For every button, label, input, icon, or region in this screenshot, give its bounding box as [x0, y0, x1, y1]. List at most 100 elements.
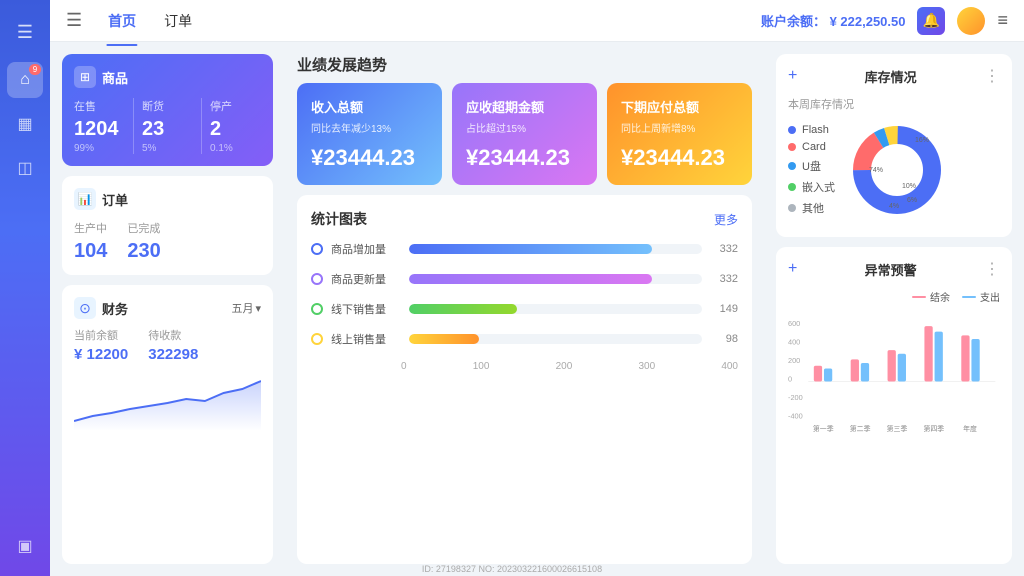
finance-header: ⊙ 财务 五月 ▾ [74, 297, 261, 319]
products-card: ⊞ 商品 在售 1204 99% 断货 23 5% [62, 54, 273, 166]
svg-text:-200: -200 [788, 393, 803, 402]
balance-value: ¥ 222,250.50 [830, 14, 906, 29]
receivable-value: ¥23444.23 [466, 145, 583, 171]
products-title: 商品 [102, 68, 128, 87]
flash-dot [788, 126, 796, 134]
bar-dot-0 [311, 243, 323, 255]
header: ☰ 首页 订单 账户余额： ¥ 222,250.50 🔔 ≡ [50, 0, 1024, 42]
products-card-header: ⊞ 商品 [74, 66, 261, 88]
discontinued-label: 停产 [210, 98, 261, 114]
header-left: ☰ 首页 订单 [66, 7, 204, 35]
legend-embedded: 嵌入式 [788, 179, 835, 195]
anomaly-card: + 异常预警 ⋮ 结余 支出 [776, 247, 1012, 564]
orders-completed: 已完成 230 [127, 220, 160, 263]
legend-card: Card [788, 141, 835, 153]
left-panel: ⊞ 商品 在售 1204 99% 断货 23 5% [50, 42, 285, 576]
stat-col-onsale: 在售 1204 99% [74, 98, 125, 154]
xaxis-2: 200 [556, 361, 573, 372]
embedded-dot [788, 183, 796, 191]
expense-legend-label: 支出 [980, 289, 1000, 304]
anomaly-dots[interactable]: ⋮ [984, 259, 1000, 279]
main-content: ☰ 首页 订单 账户余额： ¥ 222,250.50 🔔 ≡ ⊞ 商品 [50, 0, 1024, 576]
hamburger-icon[interactable]: ☰ [66, 10, 82, 31]
bar-track-3 [409, 334, 702, 344]
menu-icon[interactable]: ≡ [997, 10, 1008, 31]
bar-track-1 [409, 274, 702, 284]
bar-label-3: 线上销售量 [331, 331, 401, 347]
onsale-value: 1204 [74, 118, 125, 141]
finance-chart: 01 02 03 04 05 06 07 [74, 371, 261, 431]
month-select[interactable]: 五月 ▾ [231, 300, 261, 316]
bar-label-0: 商品增加量 [331, 241, 401, 257]
bar-num-1: 332 [710, 273, 738, 285]
finance-icon: ⊙ [74, 297, 96, 319]
svg-text:第四季: 第四季 [923, 424, 944, 433]
orders-card-header: 📊 订单 [74, 188, 261, 210]
anomaly-plus[interactable]: + [788, 260, 797, 278]
onsale-sub: 99% [74, 143, 125, 154]
receivable-card: 应收超期金额 占比超过15% ¥23444.23 [452, 83, 597, 185]
payable-card: 下期应付总额 同比上周新增8% ¥23444.23 [607, 83, 752, 185]
bell-button[interactable]: 🔔 [917, 7, 945, 35]
inventory-legend: Flash Card U盘 嵌入式 [788, 124, 835, 221]
bar-fill-2 [409, 304, 517, 314]
payable-title: 下期应付总额 [621, 97, 738, 116]
finance-stats: 当前余额 ¥ 12200 待收款 322298 [74, 327, 261, 363]
bar-num-2: 149 [710, 303, 738, 315]
inventory-content: Flash Card U盘 嵌入式 [788, 120, 1000, 225]
donut-chart: 16% 74% 6% 4% 10% [847, 120, 947, 225]
bar-row-1: 商品更新量 332 [311, 271, 738, 287]
xaxis-1: 100 [473, 361, 490, 372]
other-label: 其他 [802, 200, 824, 216]
stat-col-stockout: 断货 23 5% [142, 98, 193, 154]
sidebar-item-image[interactable]: ▣ [7, 528, 43, 564]
inprogress-label: 生产中 [74, 220, 107, 236]
chart-header: 统计图表 更多 [311, 209, 738, 229]
calendar-icon: ▦ [17, 114, 32, 134]
finance-card: ⊙ 财务 五月 ▾ 当前余额 ¥ 12200 待收款 32229 [62, 285, 273, 564]
bar-label-1: 商品更新量 [331, 271, 401, 287]
stat-divider-2 [201, 98, 202, 154]
sidebar-item-home[interactable]: ⌂ 9 [7, 62, 43, 98]
products-stats: 在售 1204 99% 断货 23 5% 停产 2 0.1% [74, 98, 261, 154]
chart-more[interactable]: 更多 [714, 211, 738, 228]
xaxis-4: 400 [721, 361, 738, 372]
orders-stats: 生产中 104 已完成 230 [74, 220, 261, 263]
anomaly-title: 异常预警 [865, 260, 917, 279]
finance-balance-label: 当前余额 [74, 327, 128, 343]
receivable-title: 应收超期金额 [466, 97, 583, 116]
sidebar-item-calendar[interactable]: ▦ [7, 106, 43, 142]
svg-text:6%: 6% [907, 197, 917, 204]
home-icon: ⌂ [20, 71, 30, 89]
bar-row-3: 线上销售量 98 [311, 331, 738, 347]
inventory-dots[interactable]: ⋮ [984, 66, 1000, 86]
bar-dot-2 [311, 303, 323, 315]
svg-text:-400: -400 [788, 411, 803, 420]
performance-section: 业绩发展趋势 收入总额 同比去年减少13% ¥23444.23 应收超期金额 占… [297, 54, 752, 185]
svg-text:0: 0 [788, 374, 792, 383]
embedded-label: 嵌入式 [802, 179, 835, 195]
finance-receivable-value: 322298 [148, 346, 198, 363]
gallery-icon: ◫ [17, 158, 32, 178]
badge-count: 9 [29, 64, 41, 75]
svg-text:74%: 74% [869, 167, 883, 174]
svg-text:600: 600 [788, 319, 800, 328]
svg-text:第三季: 第三季 [887, 424, 908, 433]
avatar[interactable] [957, 7, 985, 35]
tab-home[interactable]: 首页 [96, 7, 148, 35]
svg-text:200: 200 [788, 356, 800, 365]
finance-receivable-label: 待收款 [148, 327, 198, 343]
udisk-label: U盘 [802, 158, 821, 174]
mid-panel: 业绩发展趋势 收入总额 同比去年减少13% ¥23444.23 应收超期金额 占… [285, 42, 764, 576]
bar-track-2 [409, 304, 702, 314]
inventory-plus[interactable]: + [788, 67, 797, 85]
completed-value: 230 [127, 240, 160, 263]
sidebar-toggle[interactable]: ☰ [7, 14, 43, 50]
tab-orders[interactable]: 订单 [152, 7, 204, 35]
card-dot [788, 143, 796, 151]
other-dot [788, 204, 796, 212]
sidebar-item-gallery[interactable]: ◫ [7, 150, 43, 186]
bar-fill-3 [409, 334, 479, 344]
image-icon: ▣ [17, 536, 32, 556]
sidebar: ☰ ⌂ 9 ▦ ◫ ▣ [0, 0, 50, 576]
